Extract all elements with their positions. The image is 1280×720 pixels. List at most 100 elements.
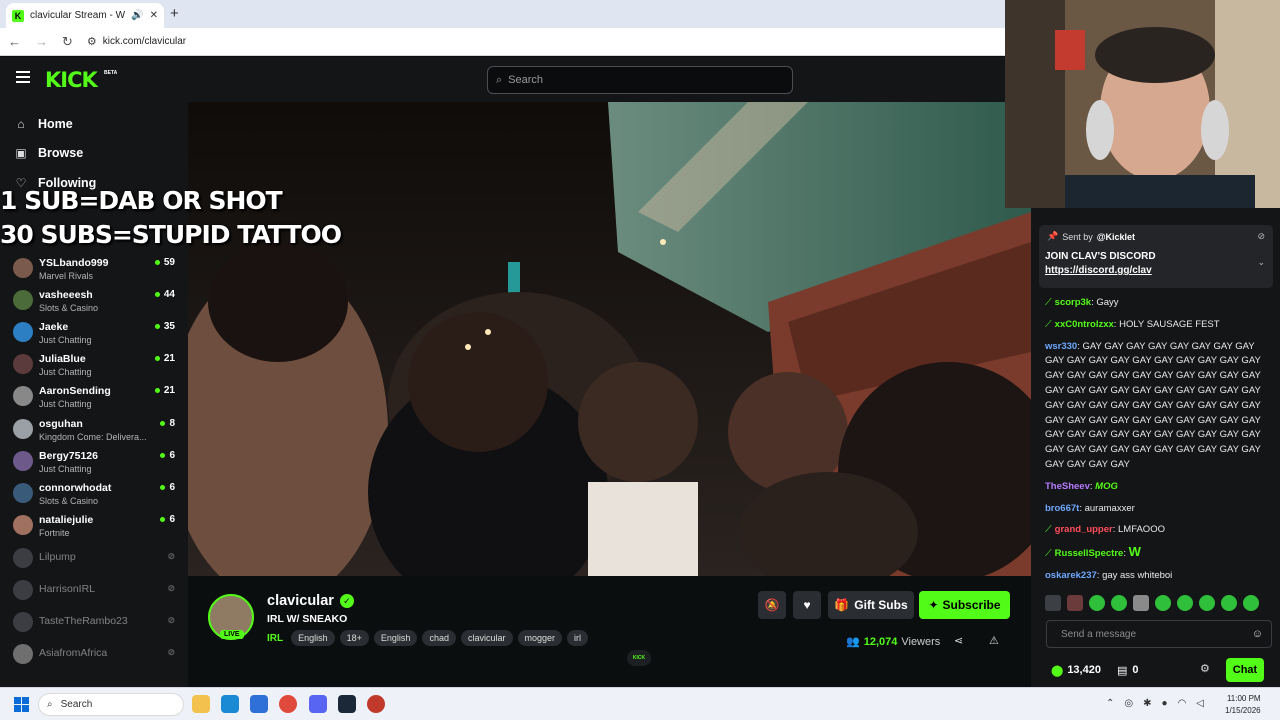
sidebar-channel-offline[interactable]: TasteTheRambo23 ⊘ (13, 609, 181, 639)
emote-icon[interactable] (1133, 595, 1149, 611)
menu-icon[interactable] (16, 71, 30, 83)
report-icon[interactable]: ⚠ (989, 634, 999, 647)
chrome-icon[interactable] (279, 695, 297, 713)
microphone-icon[interactable]: ● (1162, 698, 1168, 709)
tag[interactable]: chad (422, 630, 456, 646)
emote-icon[interactable] (1243, 595, 1259, 611)
sidebar-channel[interactable]: AaronSending Just Chatting 21 (13, 383, 181, 413)
video-player[interactable] (188, 102, 1031, 576)
category-link[interactable]: IRL (267, 633, 283, 644)
tag[interactable]: mogger (517, 630, 563, 646)
file-explorer-icon[interactable] (192, 695, 210, 713)
chat-username[interactable]: TheSheev (1045, 481, 1090, 492)
emote-icon[interactable] (1199, 595, 1215, 611)
channel-points[interactable]: ⬤ 13,420 (1051, 664, 1101, 677)
back-icon[interactable]: ← (8, 34, 21, 49)
network-icon[interactable]: ◎ (1124, 698, 1133, 709)
stream-overlay-line1: 1 SUB=DAB OR SHOT (0, 186, 283, 215)
tag[interactable]: clavicular (460, 630, 513, 646)
avatar (13, 386, 33, 406)
tag[interactable]: English (291, 630, 335, 646)
discord-icon[interactable] (309, 695, 327, 713)
points-value: 13,420 (1067, 664, 1101, 676)
tag[interactable]: 18+ (339, 630, 369, 646)
emote-icon[interactable] (1089, 595, 1105, 611)
kick-favicon-icon: K (12, 9, 24, 22)
kick-logo[interactable]: KICK (45, 68, 98, 92)
bluetooth-icon[interactable]: ✱ (1143, 698, 1151, 709)
taskbar-search[interactable]: ⌕ Search (38, 693, 184, 716)
tag[interactable]: English (373, 630, 418, 646)
notifications-off-button[interactable]: 🔕 (758, 591, 786, 619)
channel-name: nataliejulie (39, 514, 94, 526)
emote-icon[interactable] (1177, 595, 1193, 611)
app-icon[interactable] (367, 695, 385, 713)
viewer-count-display: 👥 12,074 Viewers (846, 635, 940, 649)
nav-home-label: Home (38, 117, 73, 131)
chat-username[interactable]: wsr330 (1045, 341, 1077, 352)
edge-icon[interactable] (221, 695, 239, 713)
chat-username[interactable]: RussellSpectre (1055, 548, 1124, 559)
windows-start-icon[interactable] (14, 697, 29, 712)
sidebar-channel[interactable]: nataliejulie Fortnite 6 (13, 512, 181, 542)
chat-username[interactable]: bro667t (1045, 503, 1079, 514)
browser-tab-bar: K clavicular Stream - Watch L 🔊 ✕ + (0, 0, 1005, 28)
speaker-icon[interactable]: 🔊 (131, 10, 143, 21)
site-info-icon[interactable]: ⚙ (87, 35, 97, 48)
sidebar-channel-offline[interactable]: HarrisonIRL ⊘ (13, 577, 181, 607)
heart-icon: ♥ (803, 598, 811, 612)
sidebar-channel[interactable]: Jaeke Just Chatting 35 (13, 319, 181, 349)
browser-tab[interactable]: K clavicular Stream - Watch L 🔊 ✕ (6, 3, 164, 28)
subscribe-label: Subscribe (942, 598, 1001, 612)
chat-text: auramaxxer (1084, 502, 1135, 514)
chat-send-button[interactable]: Chat (1226, 658, 1264, 682)
emoji-picker-icon[interactable]: ☺ (1252, 628, 1263, 640)
search-bar[interactable]: ⌕ Search (487, 66, 793, 94)
chat-username[interactable]: grand_upper (1055, 524, 1113, 535)
emote-icon[interactable] (1111, 595, 1127, 611)
chevron-down-icon[interactable]: ⌄ (1257, 257, 1265, 268)
nav-browse[interactable]: ▣ Browse (14, 146, 83, 160)
close-tab-icon[interactable]: ✕ (150, 10, 158, 21)
emote-icon[interactable] (1067, 595, 1083, 611)
share-icon[interactable]: ⋖ (954, 634, 963, 647)
steam-icon[interactable] (338, 695, 356, 713)
chat-username[interactable]: xxC0ntrolzxx (1055, 319, 1114, 330)
sidebar-channel-offline[interactable]: Lilpump ⊘ (13, 545, 181, 575)
sidebar-channel-offline[interactable]: AsiafromAfrica ⊘ (13, 641, 181, 671)
gear-icon[interactable]: ⚙ (1200, 662, 1210, 675)
gift-subs-button[interactable]: 🎁 Gift Subs (828, 591, 914, 619)
clock[interactable]: 11:00 PM 1/15/2026 (1225, 693, 1261, 717)
sidebar-channel[interactable]: JuliaBlue Just Chatting 21 (13, 351, 181, 381)
emote-icon[interactable] (1155, 595, 1171, 611)
volume-icon[interactable]: ◁ (1196, 698, 1204, 709)
nav-home[interactable]: ⌂ Home (14, 117, 73, 131)
sidebar-channel[interactable]: YSLbando999 Marvel Rivals 59 (13, 255, 181, 285)
chevron-up-icon[interactable]: ⌃ (1106, 698, 1114, 709)
viewer-count: 59 (154, 257, 175, 268)
sidebar-channel[interactable]: osguhan Kingdom Come: Delivera... 8 (13, 416, 181, 446)
emote-icon[interactable] (1045, 595, 1061, 611)
url-field[interactable]: ⚙ kick.com/clavicular (87, 35, 186, 48)
new-tab-button[interactable]: + (170, 5, 179, 22)
chat-input[interactable]: Send a message ☺ (1046, 620, 1272, 648)
wifi-icon[interactable]: ◠ (1178, 698, 1187, 709)
reload-icon[interactable]: ↻ (62, 34, 73, 50)
chat-username[interactable]: oskarek237 (1045, 570, 1097, 581)
follow-button[interactable]: ♥ (793, 591, 821, 619)
forward-icon[interactable]: → (35, 34, 48, 49)
tickets[interactable]: ▤ 0 (1117, 664, 1139, 677)
sidebar-channel[interactable]: Bergy75126 Just Chatting 6 (13, 448, 181, 478)
chat-username[interactable]: scorp3k (1055, 297, 1091, 308)
emote-icon[interactable] (1221, 595, 1237, 611)
tag[interactable]: irl (567, 630, 589, 646)
store-icon[interactable] (250, 695, 268, 713)
pinned-link[interactable]: https://discord.gg/clav (1045, 265, 1152, 276)
unpin-icon[interactable]: ⊘ (1257, 231, 1265, 242)
sidebar-channel[interactable]: vasheeesh Slots & Casino 44 (13, 287, 181, 317)
pinned-sender[interactable]: @Kicklet (1097, 232, 1135, 242)
subscribe-button[interactable]: ✦ Subscribe (919, 591, 1010, 619)
streamer-name[interactable]: clavicular (267, 593, 334, 609)
sidebar-channel[interactable]: connorwhodat Slots & Casino 6 (13, 480, 181, 510)
viewers-icon: 👥 (846, 636, 860, 648)
